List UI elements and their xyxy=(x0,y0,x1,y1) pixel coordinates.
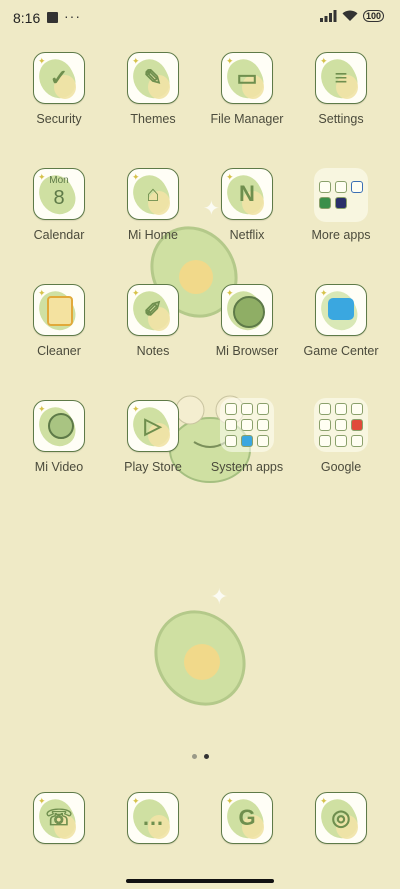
trash-icon: ✦ xyxy=(33,284,85,336)
camera-icon: ✦ ◎ xyxy=(315,792,367,844)
app-label: Mi Home xyxy=(127,228,178,242)
app-label: Mi Browser xyxy=(215,344,279,358)
notification-icon xyxy=(47,12,58,23)
folder-google[interactable]: Google xyxy=(294,398,388,474)
more-notifications-icon: ··· xyxy=(64,8,81,24)
app-security[interactable]: ✦ ✓ Security xyxy=(12,52,106,126)
browser-icon: ✦ xyxy=(221,284,273,336)
app-cleaner[interactable]: ✦ Cleaner xyxy=(12,284,106,358)
folder-icon: ✦ ▭ xyxy=(221,52,273,104)
dock-camera[interactable]: ✦ ◎ xyxy=(294,792,388,844)
app-label: Cleaner xyxy=(37,344,81,358)
dock-phone[interactable]: ✦ ☏ xyxy=(12,792,106,844)
app-label: Mi Video xyxy=(34,460,84,474)
app-settings[interactable]: ✦ ≡ Settings xyxy=(294,52,388,126)
folder-label: More apps xyxy=(311,228,371,242)
google-icon: ✦ G xyxy=(221,792,273,844)
home-indicator[interactable] xyxy=(126,879,274,883)
battery-icon: 100 xyxy=(362,10,384,22)
app-label: Game Center xyxy=(303,344,379,358)
calendar-icon: ✦ Mon 8 xyxy=(33,168,85,220)
status-time: 8:16 xyxy=(13,10,41,26)
folder-icon xyxy=(314,398,368,452)
home-icon: ✦ ⌂ xyxy=(127,168,179,220)
app-notes[interactable]: ✦ ✐ Notes xyxy=(106,284,200,358)
wifi-icon xyxy=(342,10,358,21)
app-mi-video[interactable]: ✦ Mi Video xyxy=(12,400,106,474)
app-themes[interactable]: ✦ ✎ Themes xyxy=(106,52,200,126)
app-label: Themes xyxy=(130,112,176,126)
page-dot-active[interactable] xyxy=(203,754,209,759)
status-bar: 8:16 ··· 100 xyxy=(0,0,400,36)
app-label: Play Store xyxy=(124,460,182,474)
folder-system-apps[interactable]: System apps xyxy=(200,398,294,474)
app-file-manager[interactable]: ✦ ▭ File Manager xyxy=(200,52,294,126)
app-label: Notes xyxy=(136,344,170,358)
app-label: Security xyxy=(36,112,82,126)
dock-messages[interactable]: ✦ … xyxy=(106,792,200,844)
app-label: File Manager xyxy=(210,112,284,126)
brush-icon: ✦ ✎ xyxy=(127,52,179,104)
folder-label: System apps xyxy=(210,460,284,474)
app-calendar[interactable]: ✦ Mon 8 Calendar xyxy=(12,168,106,242)
folder-label: Google xyxy=(320,460,362,474)
app-netflix[interactable]: ✦ N Netflix xyxy=(200,168,294,242)
avocado-wallpaper-icon xyxy=(154,610,246,706)
app-label: Calendar xyxy=(33,228,85,242)
app-game-center[interactable]: ✦ Game Center xyxy=(294,284,388,358)
video-camera-icon: ✦ xyxy=(33,400,85,452)
settings-icon: ✦ ≡ xyxy=(315,52,367,104)
phone-icon: ✦ ☏ xyxy=(33,792,85,844)
netflix-icon: ✦ N xyxy=(221,168,273,220)
folder-icon xyxy=(220,398,274,452)
notes-icon: ✦ ✐ xyxy=(127,284,179,336)
message-icon: ✦ … xyxy=(127,792,179,844)
folder-more-apps[interactable]: More apps xyxy=(294,168,388,242)
page-indicator[interactable] xyxy=(0,754,400,759)
page-dot[interactable] xyxy=(191,754,197,759)
play-store-icon: ✦ ▷ xyxy=(127,400,179,452)
app-mi-browser[interactable]: ✦ Mi Browser xyxy=(200,284,294,358)
status-icons: 100 xyxy=(319,10,384,22)
gamepad-icon: ✦ xyxy=(315,284,367,336)
app-label: Netflix xyxy=(229,228,265,242)
dock: ✦ ☏ ✦ … ✦ G ✦ ◎ xyxy=(0,792,400,844)
sparkle-icon: ✦ xyxy=(210,584,229,609)
app-label: Settings xyxy=(318,112,364,126)
dock-google[interactable]: ✦ G xyxy=(200,792,294,844)
signal-icon xyxy=(319,10,337,22)
app-play-store[interactable]: ✦ ▷ Play Store xyxy=(106,400,200,474)
app-mi-home[interactable]: ✦ ⌂ Mi Home xyxy=(106,168,200,242)
shield-icon: ✦ ✓ xyxy=(33,52,85,104)
folder-icon xyxy=(314,168,368,222)
